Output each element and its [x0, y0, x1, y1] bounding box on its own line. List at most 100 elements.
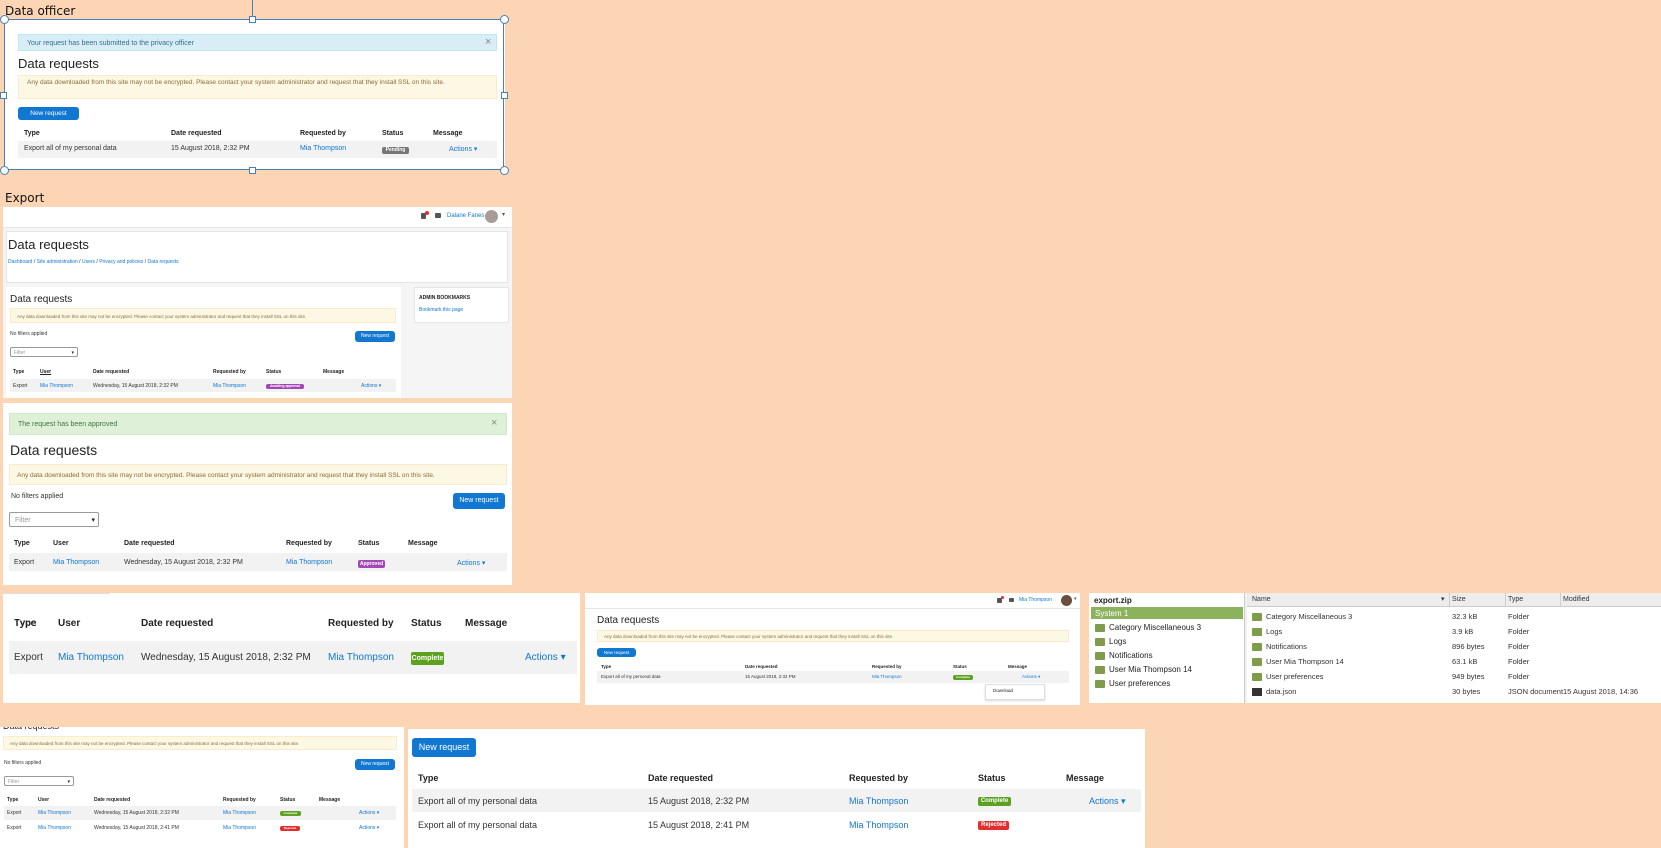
filter-select[interactable]: Filter ▾: [10, 347, 78, 357]
col-date-requested[interactable]: Date requested: [141, 618, 213, 629]
row-user-link[interactable]: Mia Thompson: [38, 825, 71, 831]
user-menu-name[interactable]: Mia Thompson: [1019, 597, 1052, 603]
user-menu-name[interactable]: Dalane Fanes: [447, 213, 484, 219]
col-date-requested[interactable]: Date requested: [124, 540, 175, 547]
new-request-button[interactable]: New request: [355, 759, 395, 770]
row-requested-by-link[interactable]: Mia Thompson: [213, 383, 246, 389]
breadcrumb-privacy[interactable]: Privacy and policies: [99, 259, 143, 265]
tree-item-user[interactable]: User Mia Thompson 14: [1095, 665, 1192, 674]
file-name[interactable]: User preferences: [1252, 672, 1324, 682]
chevron-down-icon: ▾: [71, 350, 74, 356]
breadcrumb-dashboard[interactable]: Dashboard: [8, 259, 32, 265]
actions-menu[interactable]: Actions ▾: [449, 145, 477, 153]
col-type[interactable]: Type: [7, 797, 18, 803]
message-icon[interactable]: [1009, 598, 1014, 602]
actions-menu[interactable]: Actions ▾: [525, 652, 566, 663]
resize-handle-l[interactable]: [0, 92, 7, 99]
message-icon[interactable]: [435, 213, 441, 218]
row-type: Export all of my personal data: [24, 145, 117, 152]
tree-item-system[interactable]: System 1: [1095, 609, 1128, 618]
resize-handle-b[interactable]: [249, 167, 256, 174]
row-user-link[interactable]: Mia Thompson: [38, 810, 71, 816]
resize-handle-tl[interactable]: [0, 15, 9, 24]
col-requested-by[interactable]: Requested by: [286, 540, 332, 547]
file-name[interactable]: data.json: [1252, 687, 1296, 697]
col-date-requested[interactable]: Date requested: [93, 369, 129, 375]
sort-chevron-icon[interactable]: ▾: [1441, 595, 1445, 603]
col-status[interactable]: Status: [358, 540, 379, 547]
file-name[interactable]: Logs: [1252, 627, 1282, 637]
col-name[interactable]: Name: [1252, 596, 1271, 603]
col-requested-by[interactable]: Requested by: [223, 797, 256, 803]
col-status[interactable]: Status: [266, 369, 281, 375]
new-request-button[interactable]: New request: [18, 107, 79, 120]
col-message[interactable]: Message: [323, 369, 344, 375]
row-date: Wednesday, 15 August 2018, 2:32 PM: [94, 810, 179, 816]
row-requested-by-link[interactable]: Mia Thompson: [849, 796, 908, 806]
filter-select[interactable]: Filter ▾: [4, 776, 74, 786]
filter-select[interactable]: Filter ▾: [9, 512, 99, 527]
tree-item-notifications[interactable]: Notifications: [1095, 651, 1153, 660]
actions-menu[interactable]: Actions ▾: [359, 810, 379, 816]
col-type[interactable]: Type: [14, 618, 37, 629]
avatar[interactable]: [485, 210, 498, 223]
new-request-button[interactable]: New request: [412, 738, 476, 757]
row-type: Export all of my personal data: [601, 674, 661, 679]
actions-menu[interactable]: Actions ▾: [1089, 796, 1126, 807]
row-requested-by-link[interactable]: Mia Thompson: [849, 820, 908, 830]
resize-handle-bl[interactable]: [0, 166, 9, 175]
col-user[interactable]: User: [38, 797, 49, 803]
bookmark-page-link[interactable]: Bookmark this page: [419, 307, 463, 313]
col-status[interactable]: Status: [280, 797, 295, 803]
tree-item-preferences[interactable]: User preferences: [1095, 679, 1170, 688]
row-user-link[interactable]: Mia Thompson: [53, 559, 99, 566]
row-requested-by-link[interactable]: Mia Thompson: [223, 810, 256, 816]
avatar[interactable]: [1061, 595, 1072, 606]
col-date-requested[interactable]: Date requested: [94, 797, 130, 803]
row-user-link[interactable]: Mia Thompson: [58, 652, 124, 663]
row-user-link[interactable]: Mia Thompson: [40, 383, 73, 389]
breadcrumb-users[interactable]: Users: [82, 259, 95, 265]
new-request-button[interactable]: New request: [453, 493, 505, 509]
actions-menu[interactable]: Actions ▾: [457, 559, 485, 567]
breadcrumb-site-admin[interactable]: Site administration: [37, 259, 78, 265]
col-message[interactable]: Message: [319, 797, 340, 803]
col-type[interactable]: Type: [14, 540, 30, 547]
approved-alert-close-icon[interactable]: ×: [491, 417, 497, 429]
row-requested-by-link[interactable]: Mia Thompson: [300, 145, 346, 152]
submitted-alert-close-icon[interactable]: ×: [485, 36, 491, 48]
row-requested-by-link[interactable]: Mia Thompson: [872, 674, 902, 679]
col-status[interactable]: Status: [411, 618, 442, 629]
chevron-down-icon[interactable]: ▾: [502, 211, 505, 218]
col-user[interactable]: User: [40, 369, 51, 375]
download-menu-item[interactable]: Download: [993, 688, 1013, 693]
tree-item-logs[interactable]: Logs: [1095, 637, 1126, 646]
resize-handle-r[interactable]: [501, 92, 508, 99]
chevron-down-icon[interactable]: ▾: [1074, 596, 1077, 602]
col-message[interactable]: Message: [465, 618, 507, 629]
col-type[interactable]: Type: [13, 369, 24, 375]
resize-handle-br[interactable]: [500, 166, 509, 175]
actions-menu[interactable]: Actions ▾: [359, 825, 379, 831]
actions-menu[interactable]: Actions ▾: [361, 383, 381, 389]
col-user[interactable]: User: [53, 540, 69, 547]
resize-handle-t[interactable]: [249, 16, 256, 23]
new-request-button[interactable]: New request: [597, 648, 636, 657]
row-requested-by-link[interactable]: Mia Thompson: [286, 559, 332, 566]
col-message[interactable]: Message: [408, 540, 438, 547]
resize-handle-tr[interactable]: [500, 15, 509, 24]
actions-menu[interactable]: Actions ▾: [1022, 674, 1040, 680]
tree-item-category[interactable]: Category Miscellaneous 3: [1095, 623, 1201, 632]
row-requested-by-link[interactable]: Mia Thompson: [328, 652, 394, 663]
col-user[interactable]: User: [58, 618, 80, 629]
file-name[interactable]: User Mia Thompson 14: [1252, 657, 1344, 667]
row-requested-by-link[interactable]: Mia Thompson: [223, 825, 256, 831]
file-name[interactable]: Notifications: [1252, 642, 1307, 652]
col-requested-by[interactable]: Requested by: [213, 369, 246, 375]
col-size[interactable]: Size: [1452, 596, 1466, 603]
col-type[interactable]: Type: [1508, 596, 1523, 603]
col-requested-by[interactable]: Requested by: [328, 618, 394, 629]
breadcrumb-data-requests[interactable]: Data requests: [148, 259, 179, 265]
col-modified[interactable]: Modified: [1563, 596, 1589, 603]
new-request-button[interactable]: New request: [355, 331, 395, 342]
